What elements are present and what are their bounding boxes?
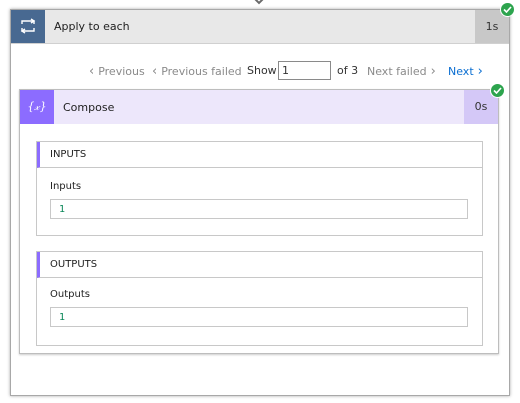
apply-to-each-card: Apply to each 1s ‹ Previous ‹ Previous fai…	[10, 2, 515, 396]
compose-header[interactable]: {𝓍} Compose 0s	[20, 90, 498, 124]
outputs-section: OUTPUTS Outputs 1	[36, 251, 483, 346]
inputs-field-label: Inputs	[50, 181, 82, 192]
compose-title: Compose	[63, 101, 115, 114]
previous-failed-label: Previous failed	[161, 65, 242, 78]
run-history-canvas: Apply to each 1s ‹ Previous ‹ Previous fai…	[0, 0, 520, 403]
inputs-section-title: INPUTS	[50, 149, 87, 160]
iteration-number-input[interactable]	[278, 61, 331, 80]
previous-button[interactable]: ‹ Previous	[89, 64, 145, 79]
loop-icon	[11, 10, 45, 43]
previous-label: Previous	[98, 65, 145, 78]
compose-icon: {𝓍}	[20, 90, 54, 124]
chevron-right-icon: ›	[477, 64, 483, 79]
outputs-section-header[interactable]: OUTPUTS	[37, 252, 482, 278]
next-failed-label: Next failed	[367, 65, 427, 78]
apply-to-each-header[interactable]: Apply to each 1s	[11, 10, 509, 44]
outputs-field-label: Outputs	[50, 289, 90, 300]
success-check-icon	[490, 83, 505, 98]
connector-arrow-icon	[254, 0, 264, 5]
chevron-right-icon: ›	[430, 64, 436, 79]
success-check-icon	[500, 2, 515, 17]
show-label: Show	[247, 64, 277, 77]
next-button[interactable]: Next ›	[448, 64, 483, 79]
outputs-value-box[interactable]: 1	[50, 307, 468, 327]
previous-failed-button[interactable]: ‹ Previous failed	[152, 64, 242, 79]
compose-icon-glyph: {𝓍}	[27, 100, 47, 113]
chevron-left-icon: ‹	[152, 64, 158, 79]
apply-to-each-title: Apply to each	[54, 20, 130, 33]
inputs-section-header[interactable]: INPUTS	[37, 142, 482, 168]
chevron-left-icon: ‹	[89, 64, 95, 79]
compose-card: {𝓍} Compose 0s INPUTS Inputs 1 OUTPUTS O	[19, 83, 505, 354]
page-count-label: of 3	[337, 64, 359, 77]
iteration-pager: ‹Previous ‹Previous failed Show of 3 Nex…	[11, 61, 509, 81]
outputs-section-title: OUTPUTS	[50, 259, 98, 270]
inputs-section: INPUTS Inputs 1	[36, 141, 483, 236]
next-failed-button[interactable]: Next failed ›	[367, 64, 436, 79]
next-label: Next	[448, 65, 474, 78]
inputs-value-box[interactable]: 1	[50, 199, 468, 219]
